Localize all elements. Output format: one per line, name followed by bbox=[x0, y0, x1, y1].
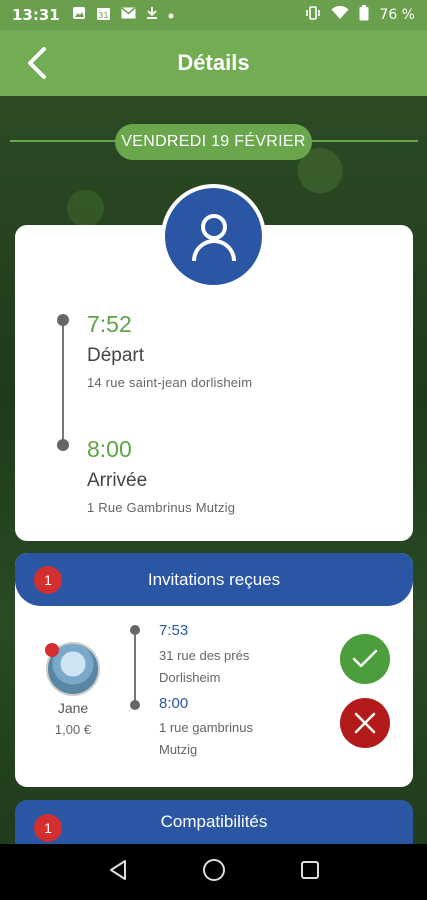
accept-invitation-button[interactable] bbox=[340, 634, 390, 684]
square-recents-icon bbox=[301, 861, 320, 879]
dot-icon bbox=[168, 8, 174, 23]
status-time: 13:31 bbox=[12, 6, 60, 24]
pickup-dot bbox=[130, 625, 140, 635]
invitation-timeline bbox=[134, 630, 136, 705]
chevron-left-icon bbox=[28, 47, 46, 79]
departure-address: 14 rue saint-jean dorlisheim bbox=[87, 375, 253, 390]
compatibilities-count-badge: 1 bbox=[34, 814, 62, 842]
system-nav-bar bbox=[0, 844, 427, 900]
pickup-address-line1: 31 rue des prés bbox=[159, 648, 250, 663]
battery-icon bbox=[359, 5, 369, 25]
calendar-day: 31 bbox=[98, 11, 108, 20]
nav-back-button[interactable] bbox=[107, 859, 129, 885]
triangle-back-icon bbox=[109, 860, 126, 880]
invitations-header[interactable]: Invitations reçues bbox=[15, 553, 413, 606]
check-icon bbox=[352, 649, 378, 668]
departure-label: Départ bbox=[87, 345, 145, 366]
pickup-time: 7:53 bbox=[159, 622, 189, 639]
arrival-label: Arrivée bbox=[87, 470, 148, 491]
passenger-name: Jane bbox=[57, 700, 89, 716]
invitations-count-badge: 1 bbox=[34, 566, 62, 594]
mail-icon bbox=[121, 7, 136, 23]
user-icon bbox=[191, 213, 236, 261]
system-status: 76 % bbox=[305, 5, 415, 25]
calendar-icon: 31 bbox=[96, 6, 111, 25]
arrival-address: 1 Rue Gambrinus Mutzig bbox=[87, 500, 236, 515]
decline-invitation-button[interactable] bbox=[340, 698, 390, 748]
date-chip: VENDREDI 19 FÉVRIER bbox=[115, 124, 312, 160]
notification-dot bbox=[45, 643, 59, 657]
app-header: Détails bbox=[0, 30, 427, 96]
back-button[interactable] bbox=[22, 46, 52, 80]
vibrate-icon bbox=[305, 6, 321, 24]
invitations-title: Invitations reçues bbox=[147, 569, 281, 589]
pickup-address-line2: Dorlisheim bbox=[159, 670, 221, 685]
dropoff-address-line2: Mutzig bbox=[159, 742, 198, 757]
wifi-icon bbox=[331, 5, 349, 24]
compatibilities-header[interactable]: Compatibilités bbox=[15, 800, 413, 844]
passenger-price: 1,00 € bbox=[54, 722, 92, 737]
dropoff-time: 8:00 bbox=[159, 695, 189, 712]
timeline-end-dot bbox=[57, 439, 69, 451]
circle-home-icon bbox=[203, 859, 226, 881]
timeline-start-dot bbox=[57, 314, 69, 326]
trip-timeline bbox=[62, 320, 64, 445]
status-bar: 13:31 31 76 % bbox=[0, 0, 427, 30]
driver-avatar bbox=[161, 184, 266, 289]
compatibilities-title: Compatibilités bbox=[160, 812, 268, 831]
nav-recents-button[interactable] bbox=[300, 860, 320, 884]
dropoff-address-line1: 1 rue gambrinus bbox=[159, 720, 253, 735]
battery-percent: 76 % bbox=[379, 7, 415, 23]
page-title: Détails bbox=[177, 50, 250, 75]
nav-home-button[interactable] bbox=[202, 858, 226, 886]
image-icon bbox=[72, 6, 86, 24]
download-icon bbox=[146, 6, 158, 24]
dropoff-dot bbox=[130, 700, 140, 710]
notification-icons: 31 bbox=[72, 6, 174, 25]
departure-time: 7:52 bbox=[87, 311, 132, 337]
arrival-time: 8:00 bbox=[87, 436, 132, 462]
close-icon bbox=[354, 712, 376, 734]
